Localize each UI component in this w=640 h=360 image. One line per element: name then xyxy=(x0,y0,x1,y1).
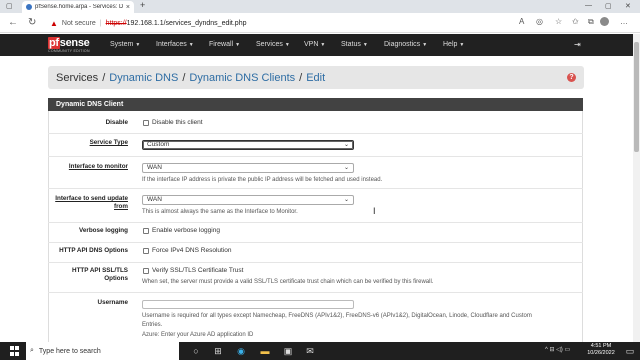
menu-help[interactable]: Help ▼ xyxy=(443,41,464,48)
url-field[interactable]: ▲ Not secure | https://192.168.1.1/servi… xyxy=(50,16,540,30)
http-dns-checkbox-label: Force IPv4 DNS Resolution xyxy=(152,247,232,254)
breadcrumb-edit[interactable]: Edit xyxy=(306,72,325,84)
verbose-checkbox[interactable] xyxy=(143,228,149,234)
logout-icon[interactable]: ⇥ xyxy=(574,40,581,49)
windows-start-icon[interactable] xyxy=(10,346,20,356)
pfsense-logo[interactable]: pfsense COMMUNITY EDITION xyxy=(48,37,96,54)
system-tray-icons[interactable]: ^ ⊟ ◁) ▭ xyxy=(545,346,570,353)
help-icon[interactable]: ? xyxy=(567,73,576,82)
store-icon[interactable]: ▣ xyxy=(282,345,294,357)
breadcrumb: Services / Dynamic DNS / Dynamic DNS Cli… xyxy=(48,66,584,89)
chevron-down-icon: ⌄ xyxy=(343,197,349,203)
username-label: Username xyxy=(97,299,128,306)
interface-update-help: This is almost always the same as the In… xyxy=(142,209,298,215)
file-explorer-icon[interactable]: ▬ xyxy=(259,345,271,357)
http-dns-row xyxy=(48,242,583,262)
menu-diagnostics[interactable]: Diagnostics ▼ xyxy=(384,41,427,48)
interface-monitor-help: If the interface IP address is private t… xyxy=(142,177,383,183)
search-icon: ⌕ xyxy=(30,347,34,354)
tab-actions-icon[interactable]: ▢ xyxy=(6,2,13,10)
url-text: https://192.168.1.1/services_dyndns_edit… xyxy=(105,19,247,27)
text-cursor-icon: I xyxy=(373,206,376,216)
verbose-checkbox-label: Enable verbose logging xyxy=(152,227,220,234)
chevron-down-icon: ⌄ xyxy=(343,165,349,171)
task-view-icon[interactable]: ⊞ xyxy=(212,345,224,357)
username-help-1: Username is required for all types excep… xyxy=(142,313,532,319)
favorites-bar-icon[interactable]: ✩ xyxy=(572,17,579,26)
menu-services[interactable]: Services ▼ xyxy=(256,41,290,48)
menu-icon[interactable]: … xyxy=(620,17,628,26)
interface-update-label: Interface to send update from xyxy=(55,195,128,210)
username-help-3: Azure: Enter your Azure AD application I… xyxy=(142,332,254,338)
favorite-icon[interactable]: ☆ xyxy=(555,17,562,26)
username-help-2: Entries. xyxy=(142,322,163,328)
maximize-icon[interactable]: ▢ xyxy=(605,2,612,10)
not-secure-label: Not secure xyxy=(61,19,96,27)
tab-close-button[interactable]: × xyxy=(126,4,130,11)
tab-title: pfSense.home.arpa - Services: D xyxy=(35,4,123,10)
http-dns-checkbox[interactable] xyxy=(143,248,149,254)
menu-status[interactable]: Status ▼ xyxy=(341,41,368,48)
http-ssl-row xyxy=(48,262,583,292)
interface-monitor-select[interactable]: WAN ⌄ xyxy=(142,163,354,173)
logo-subtitle: COMMUNITY EDITION xyxy=(48,49,90,53)
refresh-icon[interactable]: ↻ xyxy=(28,17,36,28)
disable-checkbox[interactable] xyxy=(143,120,149,126)
breadcrumb-dynamic-dns-clients[interactable]: Dynamic DNS Clients xyxy=(189,72,295,84)
service-type-label: Service Type xyxy=(89,139,128,146)
chevron-down-icon: ⌄ xyxy=(343,142,349,148)
breadcrumb-dynamic-dns[interactable]: Dynamic DNS xyxy=(109,72,178,84)
http-ssl-help: When set, the server must provide a vali… xyxy=(142,279,434,285)
mail-icon[interactable]: ✉ xyxy=(304,345,316,357)
panel-title: Dynamic DNS Client xyxy=(48,98,583,111)
interface-update-select[interactable]: WAN ⌄ xyxy=(142,195,354,205)
read-aloud-icon[interactable]: A xyxy=(519,17,524,26)
warning-icon: ▲ xyxy=(50,18,58,28)
http-ssl-checkbox-label: Verify SSL/TLS Certificate Trust xyxy=(152,267,244,274)
verbose-row xyxy=(48,222,583,242)
service-type-select[interactable]: Custom ⌄ xyxy=(142,140,354,150)
username-input[interactable] xyxy=(142,300,354,309)
new-tab-button[interactable]: + xyxy=(140,0,145,10)
taskbar-search[interactable]: ⌕ Type here to search xyxy=(26,342,179,360)
collections-icon[interactable]: ⧉ xyxy=(588,17,594,27)
taskbar-search-placeholder: Type here to search xyxy=(38,347,101,355)
cortana-icon[interactable]: ○ xyxy=(190,345,202,357)
disable-checkbox-label: Disable this client xyxy=(152,119,203,126)
menu-interfaces[interactable]: Interfaces ▼ xyxy=(156,41,194,48)
edge-icon[interactable]: ◉ xyxy=(235,345,247,357)
breadcrumb-root: Services xyxy=(56,71,99,84)
verbose-label: Verbose logging xyxy=(79,227,128,234)
url-separator: | xyxy=(99,19,102,27)
interface-monitor-label: Interface to monitor xyxy=(68,163,128,170)
disable-row xyxy=(48,111,583,133)
profile-icon[interactable] xyxy=(600,17,609,26)
back-icon[interactable]: ← xyxy=(8,17,18,28)
taskbar-clock[interactable]: 4:51 PM 10/26/2022 xyxy=(585,343,617,357)
address-bar-row: ← ↻ ▲ Not secure | https://192.168.1.1/s… xyxy=(0,13,640,33)
http-dns-label: HTTP API DNS Options xyxy=(59,247,128,254)
menu-system[interactable]: System ▼ xyxy=(110,41,140,48)
interface-update-row xyxy=(48,188,583,222)
disable-label: Disable xyxy=(105,119,128,126)
browser-tab[interactable]: pfSense.home.arpa - Services: D × xyxy=(22,1,134,13)
http-ssl-checkbox[interactable] xyxy=(143,268,149,274)
close-window-icon[interactable]: ✕ xyxy=(625,2,631,10)
minimize-icon[interactable]: — xyxy=(585,2,592,9)
http-ssl-label: HTTP API SSL/TLS Options xyxy=(72,267,128,282)
tracking-icon[interactable]: ◎ xyxy=(536,17,543,26)
favicon-icon xyxy=(26,4,32,10)
menu-vpn[interactable]: VPN ▼ xyxy=(304,41,325,48)
menu-firewall[interactable]: Firewall ▼ xyxy=(209,41,240,48)
notifications-icon[interactable]: ▭ xyxy=(624,345,636,357)
scrollbar-thumb[interactable] xyxy=(634,42,639,152)
